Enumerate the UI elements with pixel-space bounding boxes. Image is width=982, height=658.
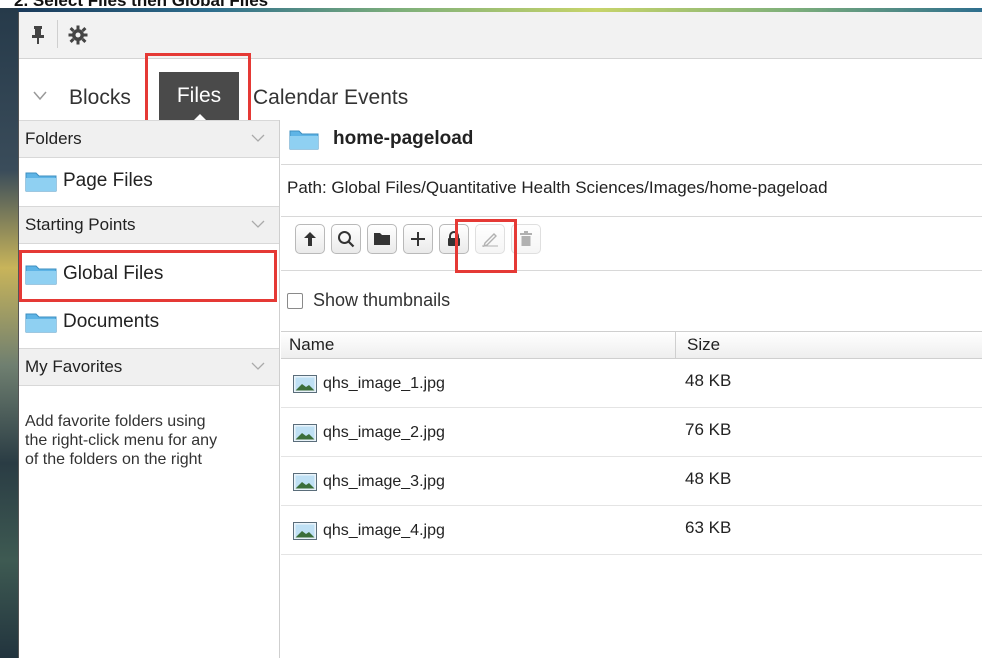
starting-points-header-label: Starting Points [25,215,136,234]
delete-button[interactable] [511,224,541,254]
table-row[interactable]: qhs_image_4.jpg 63 KB [281,506,982,555]
lock-button[interactable] [439,224,469,254]
file-name-cell: qhs_image_4.jpg [293,522,445,540]
folder-icon [25,265,57,285]
file-browser: home-pageload Path: Global Files/Quantit… [281,120,982,658]
sidebar-item-label: Documents [63,311,160,332]
sidebar-item-label: Global Files [63,263,164,284]
file-size: 48 KB [685,469,732,488]
file-table: Name Size qhs_image_1.jpg 48 KB qhs_image_… [281,331,982,555]
folder-icon [374,233,390,245]
file-name-cell: qhs_image_2.jpg [293,424,445,442]
background-strip [0,8,18,658]
show-thumbnails-label: Show thumbnails [313,290,451,310]
starting-points-section-header[interactable]: Starting Points [19,206,279,244]
file-name: qhs_image_4.jpg [323,522,445,539]
file-size: 76 KB [685,420,732,439]
image-file-icon [293,473,317,491]
column-divider [675,332,676,358]
file-size: 63 KB [685,518,732,537]
show-thumbnails-option[interactable]: Show thumbnails [287,290,450,311]
pin-icon[interactable] [23,20,53,50]
upload-button[interactable] [295,224,325,254]
sidebar-item-global-files[interactable]: Global Files [25,254,275,294]
tab-bar: Blocks Files Calendar Events [19,72,982,121]
table-row[interactable]: qhs_image_3.jpg 48 KB [281,457,982,506]
chevron-down-icon [251,220,265,228]
tab-files[interactable]: Files [159,72,239,121]
arrow-up-icon [304,232,316,246]
table-row[interactable]: qhs_image_1.jpg 48 KB [281,359,982,408]
image-file-icon [293,424,317,442]
panel-toolbar [19,12,982,59]
tab-calendar-events[interactable]: Calendar Events [253,86,408,110]
file-name-cell: qhs_image_3.jpg [293,473,445,491]
file-name: qhs_image_2.jpg [323,424,445,441]
current-folder-title: home-pageload [289,128,473,150]
favorites-header-label: My Favorites [25,357,123,376]
folder-name: home-pageload [333,128,474,149]
edit-button[interactable] [475,224,505,254]
show-thumbnails-checkbox[interactable] [287,292,303,309]
tab-files-label: Files [176,84,222,107]
folders-section-header[interactable]: Folders [19,120,279,158]
folder-path: Path: Global Files/Quantitative Health S… [287,178,828,197]
table-body: qhs_image_1.jpg 48 KB qhs_image_2.jpg 76 KB… [281,359,982,555]
search-icon [338,231,355,248]
plus-icon [411,232,425,246]
chevron-down-icon [251,134,265,142]
image-file-icon [293,375,317,393]
add-file-button[interactable] [403,224,433,254]
column-header-name[interactable]: Name [289,335,334,355]
divider [281,216,982,217]
new-folder-button[interactable] [367,224,397,254]
file-size: 48 KB [685,371,732,390]
panel-window: Blocks Files Calendar Events Folders Pag… [18,12,982,658]
folder-icon [289,130,319,150]
divider [281,270,982,271]
file-name: qhs_image_1.jpg [323,375,445,392]
favorites-section-header[interactable]: My Favorites [19,348,279,386]
folder-sidebar: Folders Page Files Starting Points Globa… [19,120,280,658]
chevron-down-icon [251,362,265,370]
file-name: qhs_image_3.jpg [323,473,445,490]
pencil-icon [482,233,498,247]
sidebar-item-page-files[interactable]: Page Files [25,161,275,201]
tab-blocks[interactable]: Blocks [69,86,131,110]
sidebar-item-documents[interactable]: Documents [25,302,275,342]
lock-icon [448,231,460,246]
chevron-down-icon[interactable] [31,86,49,104]
toolbar-divider [57,20,58,48]
column-header-size[interactable]: Size [687,335,720,355]
search-button[interactable] [331,224,361,254]
table-header: Name Size [281,331,982,359]
table-row[interactable]: qhs_image_2.jpg 76 KB [281,408,982,457]
image-file-icon [293,522,317,540]
trash-icon [520,231,532,246]
favorites-help-text: Add favorite folders using the right-cli… [25,413,218,468]
divider [281,164,982,165]
sidebar-item-label: Page Files [63,170,153,191]
file-name-cell: qhs_image_1.jpg [293,375,445,393]
folder-icon [25,313,57,333]
gear-icon[interactable] [63,20,93,50]
folder-icon [25,172,57,192]
folders-header-label: Folders [25,129,82,148]
